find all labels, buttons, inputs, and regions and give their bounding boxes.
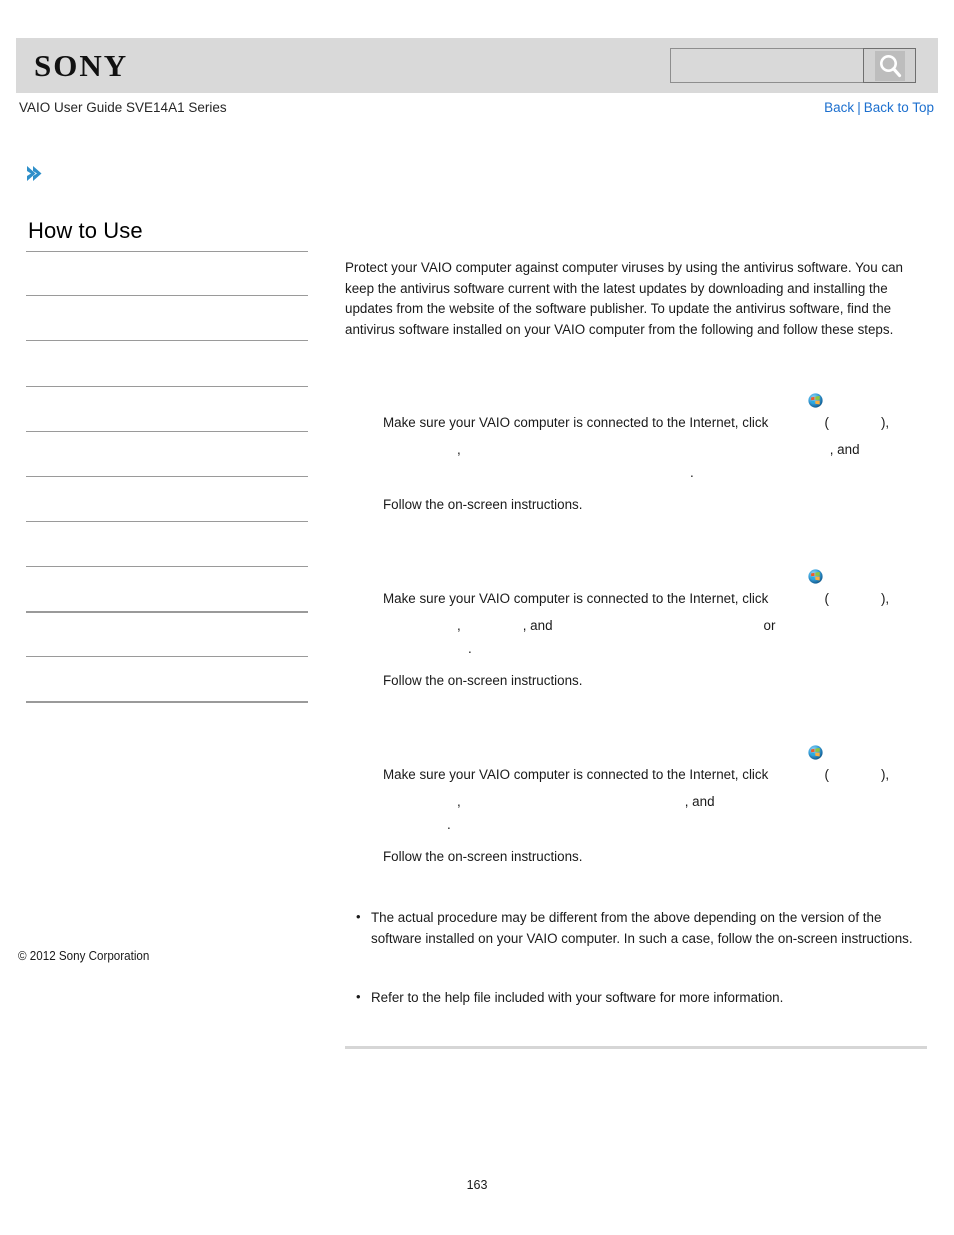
double-chevron-right-icon[interactable]	[24, 163, 46, 185]
step-paren-close: ),	[880, 415, 890, 431]
sidebar-item-4[interactable]	[26, 431, 308, 476]
step-line-2: , , and	[383, 790, 927, 813]
sidebar-item-10[interactable]	[26, 701, 308, 704]
sidebar-item-6[interactable]	[26, 521, 308, 566]
content-bottom-divider	[345, 1046, 927, 1050]
site-header: SONY	[16, 38, 938, 93]
sidebar-item-label	[26, 477, 308, 478]
page-number: 163	[466, 1178, 488, 1192]
step-line-1: Make sure your VAIO computer is connecte…	[383, 545, 927, 614]
step-line2-a: ,	[457, 618, 461, 634]
step-line2-b: , and	[684, 794, 715, 810]
sidebar-item-0[interactable]	[26, 251, 308, 295]
step-follow-text: Follow the on-screen instructions.	[383, 673, 583, 689]
sidebar-item-label	[26, 613, 308, 614]
note-item: Refer to the help file included with you…	[356, 987, 927, 1009]
step-line2-b: , and	[829, 442, 860, 458]
step-line-3: .	[383, 461, 927, 484]
sidebar-item-1[interactable]	[26, 295, 308, 340]
sidebar-navigation: How to Use	[26, 218, 308, 704]
sidebar-item-8[interactable]	[26, 611, 308, 656]
steps-list: Make sure your VAIO computer is connecte…	[345, 369, 927, 868]
sidebar-item-9[interactable]	[26, 656, 308, 701]
back-link[interactable]: Back	[824, 100, 854, 115]
sidebar-item-label	[26, 703, 308, 704]
step-lead-text: Make sure your VAIO computer is connecte…	[383, 591, 769, 607]
search-button[interactable]	[863, 48, 916, 83]
main-content: Protect your VAIO computer against compu…	[345, 258, 927, 1050]
sidebar-item-label	[26, 252, 308, 253]
back-to-top-link[interactable]: Back to Top	[864, 100, 934, 115]
step-line-1: Make sure your VAIO computer is connecte…	[383, 369, 927, 438]
note-item: The actual procedure may be different fr…	[356, 907, 927, 949]
sony-logo: SONY	[34, 48, 129, 83]
sidebar-item-2[interactable]	[26, 340, 308, 386]
step-line3: .	[447, 817, 451, 833]
step-line-1: Make sure your VAIO computer is connecte…	[383, 721, 927, 790]
header-nav-links: Back | Back to Top	[824, 100, 934, 115]
step-block: Make sure your VAIO computer is connecte…	[345, 721, 927, 868]
step-line2-c: or	[763, 618, 776, 634]
copyright-text: © 2012 Sony Corporation	[18, 949, 150, 963]
sidebar-item-label	[26, 567, 308, 568]
page-title: VAIO User Guide SVE14A1 Series	[19, 100, 227, 115]
step-line-3: .	[383, 813, 927, 836]
sidebar-item-label	[26, 657, 308, 658]
windows-start-orb-icon[interactable]	[770, 721, 823, 790]
windows-start-orb-icon[interactable]	[770, 369, 823, 438]
sidebar-item-3[interactable]	[26, 386, 308, 431]
step-lead-text: Make sure your VAIO computer is connecte…	[383, 415, 769, 431]
sidebar-item-label	[26, 341, 308, 342]
sidebar-item-5[interactable]	[26, 476, 308, 521]
sidebar-item-label	[26, 387, 308, 388]
search-input[interactable]	[670, 48, 863, 83]
intro-paragraph: Protect your VAIO computer against compu…	[345, 260, 903, 337]
nav-separator: |	[857, 100, 861, 115]
step-line-2: , , and	[383, 438, 927, 461]
step-line2-a: ,	[457, 442, 461, 458]
step-paren-close: ),	[880, 767, 890, 783]
sidebar-heading: How to Use	[28, 218, 143, 243]
step-paren-open: (	[824, 767, 829, 783]
step-follow-text: Follow the on-screen instructions.	[383, 849, 583, 865]
step-line-3: .	[383, 637, 927, 660]
step-line2-a: ,	[457, 794, 461, 810]
step-lead-text: Make sure your VAIO computer is connecte…	[383, 767, 769, 783]
step-line3: .	[690, 465, 694, 481]
sidebar-item-label	[26, 296, 308, 297]
step-follow-text: Follow the on-screen instructions.	[383, 497, 583, 513]
sidebar-item-7[interactable]	[26, 566, 308, 611]
search-icon	[874, 50, 905, 81]
step-line2-b: , and	[522, 618, 553, 634]
windows-start-orb-icon[interactable]	[770, 545, 823, 614]
sidebar-item-label	[26, 432, 308, 433]
step-paren-open: (	[824, 415, 829, 431]
step-block: Make sure your VAIO computer is connecte…	[345, 545, 927, 692]
step-block: Make sure your VAIO computer is connecte…	[345, 369, 927, 516]
step-paren-open: (	[824, 591, 829, 607]
step-paren-close: ),	[880, 591, 890, 607]
sidebar-item-label	[26, 522, 308, 523]
step-line3: .	[468, 641, 472, 657]
sub-header: VAIO User Guide SVE14A1 Series Back | Back…	[16, 100, 938, 122]
notes-list: The actual procedure may be different fr…	[345, 907, 927, 1009]
search-area	[670, 48, 916, 83]
step-line-2: , , and or	[383, 614, 927, 637]
